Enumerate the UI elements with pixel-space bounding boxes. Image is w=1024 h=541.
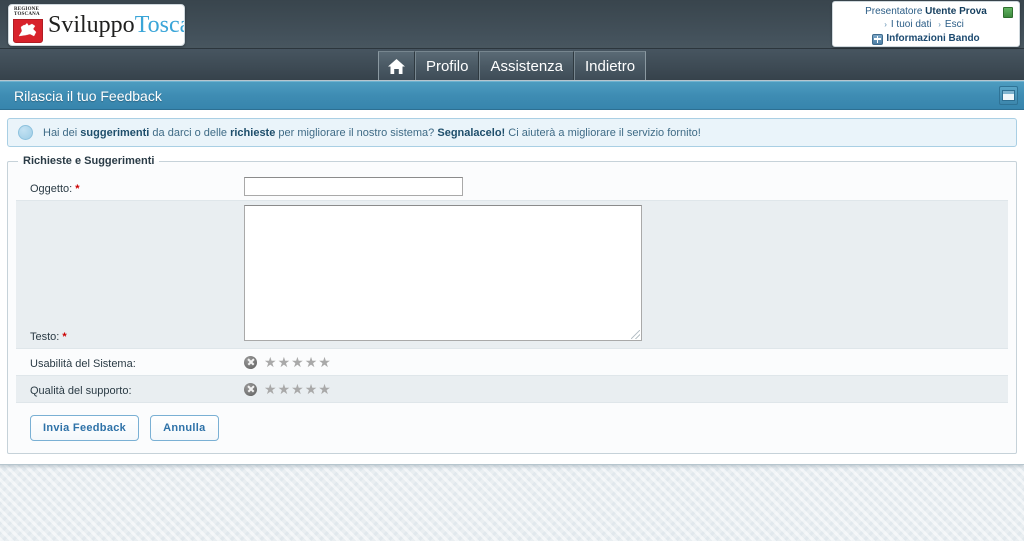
field-cell-testo xyxy=(244,200,1008,349)
notice-part-1: suggerimenti xyxy=(80,126,150,139)
logo-wordmark: SviluppoToscana S.p.A. xyxy=(48,12,184,38)
form-row-qualita: Qualità del supporto: ★ ★ ★ ★ ★ xyxy=(16,375,1008,403)
nav-item-profilo[interactable]: Profilo xyxy=(414,51,480,80)
feedback-form-table: Oggetto: * Testo: * Usabilità del Sistem… xyxy=(16,173,1008,403)
label-cell-qualita: Qualità del supporto: xyxy=(16,375,244,403)
field-cell-qualita: ★ ★ ★ ★ ★ xyxy=(244,375,1008,403)
logo-word-sviluppo: Sviluppo xyxy=(48,12,135,38)
invia-feedback-button[interactable]: Invia Feedback xyxy=(30,415,140,441)
user-links: › I tuoi dati › Esci xyxy=(833,18,1019,32)
user-info-panel: Presentatore Utente Prova › I tuoi dati ›… xyxy=(832,1,1020,47)
notice-part-4: per migliorare il nostro sistema? xyxy=(275,126,438,139)
link-informazioni-bando[interactable]: Informazioni Bando xyxy=(886,32,979,46)
textarea-wrapper xyxy=(244,205,642,341)
page-title: Rilascia il tuo Feedback xyxy=(14,87,162,104)
nav-item-assistenza[interactable]: Assistenza xyxy=(479,51,575,80)
notice-text: Hai dei suggerimenti da darci o delle ri… xyxy=(43,126,701,140)
info-notice: Hai dei suggerimenti da darci o delle ri… xyxy=(7,118,1017,147)
stars-qualita[interactable]: ★ ★ ★ ★ ★ xyxy=(264,382,331,396)
star-1-qualita[interactable]: ★ xyxy=(264,382,277,396)
star-3-usabilita[interactable]: ★ xyxy=(291,355,304,369)
regione-toscana-crest-icon: REGIONE TOSCANA xyxy=(13,7,43,43)
required-marker-testo: * xyxy=(62,331,67,343)
nav-item-indietro[interactable]: Indietro xyxy=(574,51,647,80)
label-cell-testo: Testo: * xyxy=(16,200,244,349)
star-5-qualita[interactable]: ★ xyxy=(318,382,331,396)
form-row-usabilita: Usabilità del Sistema: ★ ★ ★ ★ ★ xyxy=(16,348,1008,376)
star-2-usabilita[interactable]: ★ xyxy=(278,355,291,369)
nav-items: Profilo Assistenza Indietro xyxy=(377,51,647,80)
required-marker-oggetto: * xyxy=(75,183,80,195)
panel-title-bar: Rilascia il tuo Feedback xyxy=(0,81,1024,110)
user-role-line: Presentatore Utente Prova xyxy=(833,5,1019,18)
logo[interactable]: REGIONE TOSCANA SviluppoToscana S.p.A. xyxy=(8,4,185,46)
pegasus-glyph xyxy=(18,22,37,37)
green-square-icon[interactable] xyxy=(1003,7,1013,18)
label-testo: Testo: xyxy=(30,331,60,343)
user-name: Utente Prova xyxy=(925,6,987,17)
star-2-qualita[interactable]: ★ xyxy=(278,382,291,396)
form-row-oggetto: Oggetto: * xyxy=(16,173,1008,201)
rating-usabilita[interactable]: ★ ★ ★ ★ ★ xyxy=(244,353,1008,371)
panel-body: Hai dei suggerimenti da darci o delle ri… xyxy=(0,110,1024,464)
richieste-suggerimenti-fieldset: Richieste e Suggerimenti Oggetto: * Test… xyxy=(7,155,1017,454)
star-5-usabilita[interactable]: ★ xyxy=(318,355,331,369)
field-cell-usabilita: ★ ★ ★ ★ ★ xyxy=(244,348,1008,376)
info-bubble-icon xyxy=(18,125,33,140)
stars-usabilita[interactable]: ★ ★ ★ ★ ★ xyxy=(264,355,331,369)
crest-line-2: TOSCANA xyxy=(14,12,40,18)
notice-part-2: da darci o delle xyxy=(149,126,231,139)
logo-word-toscana: Toscana xyxy=(134,12,184,38)
annulla-button[interactable]: Annulla xyxy=(150,415,219,441)
label-cell-oggetto: Oggetto: * xyxy=(16,173,244,201)
notice-part-0: Hai dei xyxy=(43,126,81,139)
chevron-right-icon: › xyxy=(884,20,887,29)
star-4-usabilita[interactable]: ★ xyxy=(305,355,318,369)
window-restore-button[interactable] xyxy=(999,86,1018,105)
field-cell-oggetto xyxy=(244,173,1008,201)
form-actions: Invia Feedback Annulla xyxy=(16,403,1008,443)
cancel-rating-icon-qualita[interactable] xyxy=(244,382,257,396)
notice-part-5: Segnalacelo! xyxy=(437,126,506,139)
oggetto-input[interactable] xyxy=(244,177,463,196)
nav-item-home[interactable] xyxy=(377,51,415,80)
window-restore-icon xyxy=(1002,90,1015,101)
label-qualita: Qualità del supporto: xyxy=(30,385,132,397)
notice-part-3: richieste xyxy=(230,126,276,139)
cancel-rating-icon-usabilita[interactable] xyxy=(244,355,257,369)
link-esci[interactable]: Esci xyxy=(945,19,964,30)
info-bando-row[interactable]: Informazioni Bando xyxy=(833,32,1019,46)
feedback-panel: Rilascia il tuo Feedback Hai dei suggeri… xyxy=(0,81,1024,465)
user-role: Presentatore xyxy=(865,6,923,17)
rating-qualita[interactable]: ★ ★ ★ ★ ★ xyxy=(244,380,1008,398)
label-usabilita: Usabilità del Sistema: xyxy=(30,358,136,370)
link-i-tuoi-dati[interactable]: I tuoi dati xyxy=(891,19,932,30)
fieldset-legend: Richieste e Suggerimenti xyxy=(23,155,155,167)
star-4-qualita[interactable]: ★ xyxy=(305,382,318,396)
label-oggetto: Oggetto: xyxy=(30,183,73,195)
label-cell-usabilita: Usabilità del Sistema: xyxy=(16,348,244,376)
notice-part-6: Ci aiuterà a migliorare il servizio forn… xyxy=(505,126,701,139)
main-navigation-bar: Profilo Assistenza Indietro xyxy=(0,49,1024,81)
textarea-resize-handle[interactable] xyxy=(631,330,640,339)
pegasus-shield-icon xyxy=(13,18,43,43)
plus-box-icon xyxy=(872,33,884,45)
site-header: REGIONE TOSCANA SviluppoToscana S.p.A. P… xyxy=(0,0,1024,49)
testo-textarea[interactable] xyxy=(244,205,642,341)
star-3-qualita[interactable]: ★ xyxy=(291,382,304,396)
chevron-right-icon-2: › xyxy=(938,20,941,29)
form-row-testo: Testo: * xyxy=(16,200,1008,349)
home-icon xyxy=(387,58,405,74)
star-1-usabilita[interactable]: ★ xyxy=(264,355,277,369)
